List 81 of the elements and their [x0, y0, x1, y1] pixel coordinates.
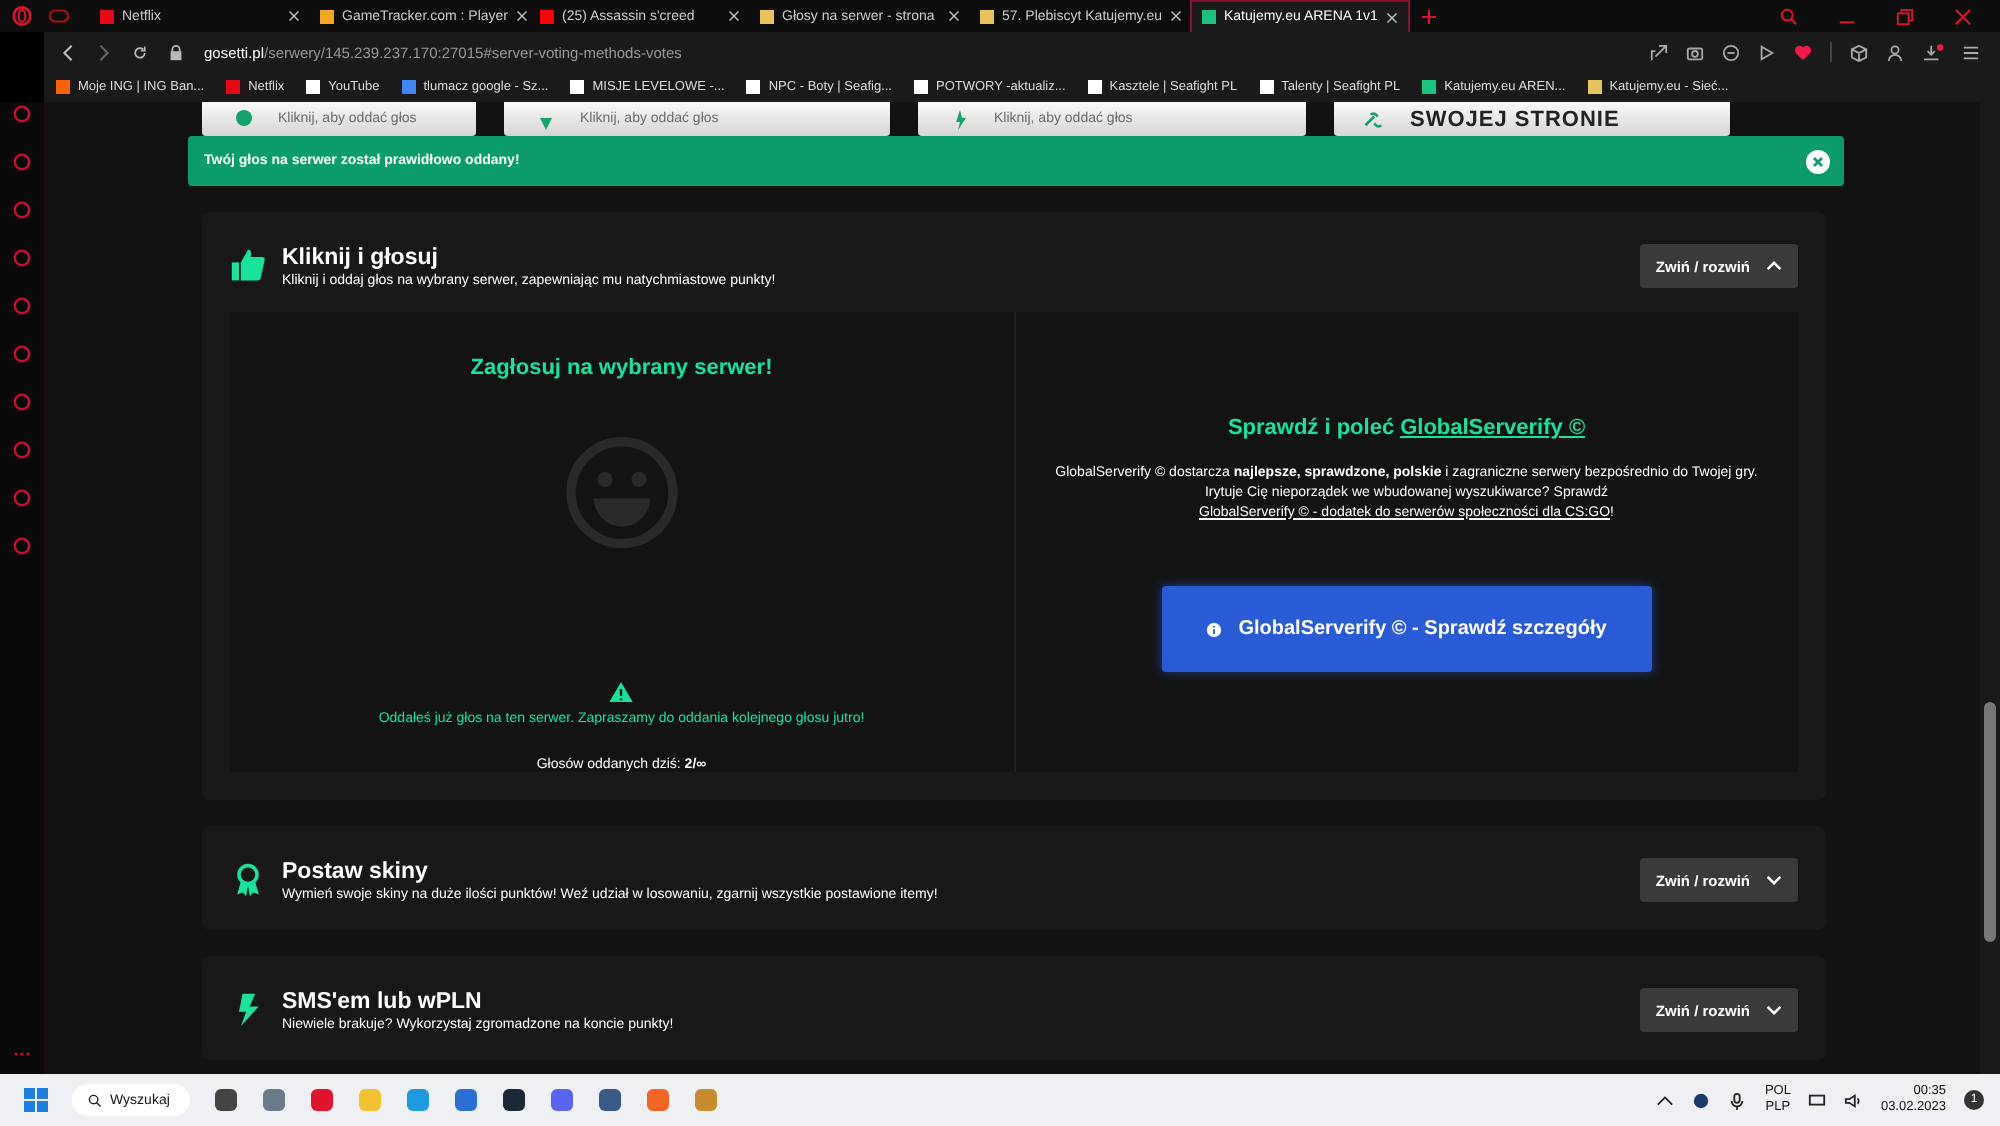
- sidebar-app-icon[interactable]: [12, 536, 32, 556]
- download-icon[interactable]: [1922, 43, 1944, 61]
- taskbar-app-icon[interactable]: [501, 1088, 526, 1112]
- new-tab-icon[interactable]: [1422, 9, 1436, 23]
- back-icon[interactable]: [60, 43, 76, 61]
- reload-icon[interactable]: [132, 43, 148, 61]
- network-icon[interactable]: [1692, 1091, 1711, 1109]
- close-tab-icon[interactable]: [288, 10, 300, 22]
- sidebar-app-icon[interactable]: [12, 392, 32, 412]
- forward-icon[interactable]: [96, 43, 112, 61]
- microphone-icon[interactable]: [1728, 1091, 1747, 1109]
- section-title: Kliknij i głosuj: [282, 245, 440, 269]
- thumbs-up-icon: [230, 248, 266, 284]
- favicon-icon: [320, 9, 334, 23]
- monitor-icon[interactable]: [1808, 1091, 1827, 1109]
- taskbar-app-icon[interactable]: [213, 1088, 238, 1112]
- favicon-icon: [540, 9, 554, 23]
- favicon-icon: [401, 80, 416, 94]
- sidebar-app-icon[interactable]: [12, 152, 32, 172]
- chevron-down-icon: [1766, 1004, 1782, 1016]
- favicon-icon: [760, 9, 774, 23]
- favicon-icon: [1259, 80, 1274, 94]
- favicon-icon: [1202, 10, 1216, 24]
- gamepad-icon[interactable]: [48, 8, 70, 24]
- search-icon[interactable]: [1780, 7, 1798, 25]
- heart-icon[interactable]: [1794, 43, 1812, 61]
- favicon-icon: [56, 80, 70, 94]
- sidebar-app-icon[interactable]: [12, 248, 32, 268]
- favicon-icon: [1087, 80, 1102, 94]
- taskbar-app-icon[interactable]: [597, 1088, 622, 1112]
- favicon-icon: [306, 80, 321, 94]
- share-icon[interactable]: [1650, 43, 1668, 61]
- close-tab-icon[interactable]: [948, 10, 960, 22]
- section-title: SMS'em lub wPLN: [282, 989, 484, 1013]
- warning-icon: [608, 681, 635, 702]
- sidebar-app-icon[interactable]: [12, 200, 32, 220]
- sidebar-app-icon[interactable]: [12, 488, 32, 508]
- sidebar-app-icon[interactable]: [12, 296, 32, 316]
- sidebar-app-icon[interactable]: [12, 104, 32, 124]
- favicon-icon: [100, 9, 114, 23]
- favicon-icon: [226, 80, 241, 94]
- sidebar-app-icon[interactable]: [12, 344, 32, 364]
- sidebar-app-icon[interactable]: [12, 440, 32, 460]
- close-tab-icon[interactable]: [516, 10, 528, 22]
- user-icon[interactable]: [1886, 43, 1904, 61]
- lock-icon: [168, 43, 184, 61]
- cube-icon[interactable]: [1850, 43, 1868, 61]
- favicon-icon: [1587, 80, 1602, 94]
- info-icon: [1206, 621, 1223, 638]
- close-icon[interactable]: [1954, 7, 1972, 25]
- close-tab-icon[interactable]: [728, 10, 740, 22]
- chevron-up-icon: [1766, 260, 1782, 272]
- vote-heading: Zagłosuj na wybrany serwer!: [470, 356, 773, 380]
- method-card[interactable]: SWOJEJ STRONIE: [1334, 102, 1730, 136]
- restore-icon[interactable]: [1896, 7, 1914, 25]
- chevron-up-icon[interactable]: [1656, 1091, 1675, 1109]
- close-icon[interactable]: [1806, 149, 1830, 173]
- promo-heading: Sprawdź i poleć: [1227, 416, 1395, 440]
- search-icon: [88, 1093, 102, 1107]
- globalserverify-link[interactable]: GlobalServerify ©: [1400, 416, 1586, 440]
- chevron-down-icon: [1766, 874, 1782, 886]
- close-tab-icon[interactable]: [1170, 10, 1183, 22]
- more-icon[interactable]: [12, 1050, 32, 1058]
- favicon-icon: [913, 80, 928, 94]
- favicon-icon: [746, 80, 761, 94]
- camera-icon[interactable]: [1686, 43, 1704, 61]
- shield-icon[interactable]: [1722, 43, 1740, 61]
- scrollbar-thumb[interactable]: [1984, 702, 1996, 942]
- start-icon[interactable]: [24, 1088, 48, 1112]
- opera-logo-icon[interactable]: [12, 6, 32, 26]
- section-title: Postaw skiny: [282, 859, 430, 883]
- favicon-icon: [980, 9, 994, 23]
- details-button[interactable]: GlobalServerify © - Sprawdź szczegóły: [1161, 586, 1652, 673]
- play-icon[interactable]: [1758, 43, 1776, 61]
- speaker-icon[interactable]: [1844, 1091, 1863, 1109]
- smiley-icon: [561, 436, 682, 550]
- menu-icon[interactable]: [1962, 43, 1980, 61]
- favicon-icon: [570, 80, 585, 94]
- close-tab-icon[interactable]: [1386, 11, 1398, 23]
- circle-icon: [230, 109, 258, 129]
- favicon-icon: [1422, 80, 1437, 94]
